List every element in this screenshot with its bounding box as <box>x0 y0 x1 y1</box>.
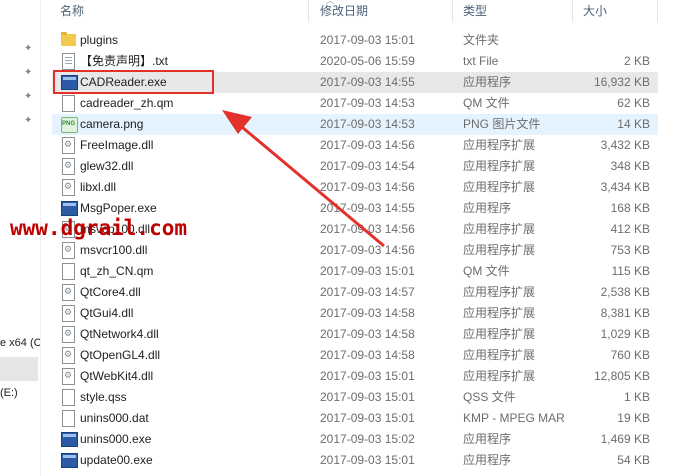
arrow-shaft <box>235 120 385 248</box>
annotation-arrow <box>222 110 385 248</box>
